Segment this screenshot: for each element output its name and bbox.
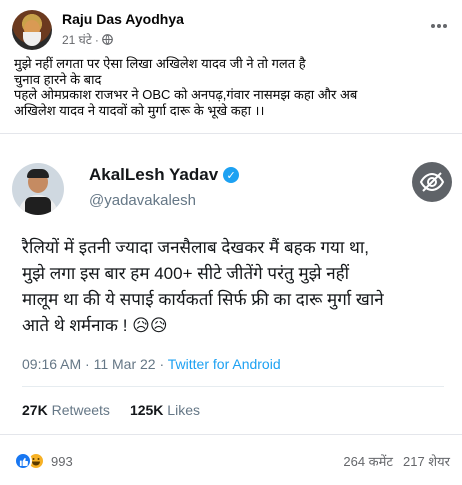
facebook-post: Raju Das Ayodhya 21 घंटे · मुझे नहीं लगत… [0, 0, 462, 485]
author-avatar[interactable] [12, 10, 52, 50]
tweet-timestamp: 09:16 AM · 11 Mar 22 · Twitter for Andro… [22, 356, 281, 372]
retweets-count: 27K [22, 402, 48, 418]
likes-label: Likes [167, 402, 200, 418]
tweet-body: रैलियों में इतनी ज्यादा जनसैलाब देखकर मै… [22, 235, 442, 339]
retweets-stat: 27K Retweets [22, 402, 110, 418]
caption-line: अखिलेश यादव ने यादवों को मुर्गा दारू के … [14, 102, 265, 118]
more-icon[interactable] [430, 18, 448, 29]
divider [22, 386, 444, 387]
like-reaction-icon [14, 452, 32, 470]
caption-line: मुझे नहीं लगता पर ऐसा लिखा अखिलेश यादव ज… [14, 56, 306, 71]
tweet-name-text: AkalLesh Yadav [89, 165, 219, 184]
reaction-count: 993 [51, 453, 73, 469]
tweet-stats: 27K Retweets 125K Likes [22, 402, 200, 418]
time-separator: · [94, 32, 99, 47]
tweet-handle: @yadavakalesh [89, 192, 196, 209]
tweet-line: रैलियों में इतनी ज्यादा जनसैलाब देखकर मै… [22, 238, 370, 257]
caption-line: चुनाव हारने के बाद [14, 71, 102, 87]
tweet-avatar [12, 163, 64, 215]
engagement-stats: 264 कमेंट 217 शेयर [343, 452, 450, 470]
tweet-display-name: AkalLesh Yadav ✓ [89, 165, 240, 185]
shares-count[interactable]: 217 शेयर [403, 452, 450, 470]
post-header: Raju Das Ayodhya 21 घंटे · [12, 10, 452, 54]
tweet-time: 09:16 AM · 11 Mar 22 · [22, 356, 168, 372]
tweet-screenshot-image[interactable]: AkalLesh Yadav ✓ @yadavakalesh रैलियों म… [0, 133, 462, 435]
likes-count: 125K [129, 402, 164, 418]
likes-stat: 125K Likes [130, 402, 200, 418]
verified-icon: ✓ [223, 167, 240, 183]
post-meta: 21 घंटे · [62, 31, 113, 48]
comments-count[interactable]: 264 कमेंट [343, 452, 393, 470]
eye-icon [412, 162, 452, 202]
post-time[interactable]: 21 घंटे [62, 31, 92, 48]
tweet-line: आते थे शर्मनाक ! 😥😥 [22, 316, 168, 335]
author-name[interactable]: Raju Das Ayodhya [62, 11, 184, 27]
tweet-line: मुझे लगा इस बार हम 400+ सीटे जीतेंगे परं… [22, 264, 350, 283]
tweet-line: मालूम था की ये सपाई कार्यकर्ता सिर्फ फ्र… [22, 290, 384, 309]
post-caption: मुझे नहीं लगता पर ऐसा लिखा अखिलेश यादव ज… [14, 56, 454, 118]
globe-icon [101, 34, 113, 45]
tweet-source: Twitter for Android [167, 356, 281, 372]
caption-line: पहले ओमप्रकाश राजभर ने OBC को अनपढ़,गंवा… [14, 87, 358, 102]
post-footer: 993 264 कमेंट 217 शेयर [14, 452, 450, 474]
reactions[interactable]: 993 [14, 452, 73, 470]
retweets-label: Retweets [51, 402, 110, 418]
